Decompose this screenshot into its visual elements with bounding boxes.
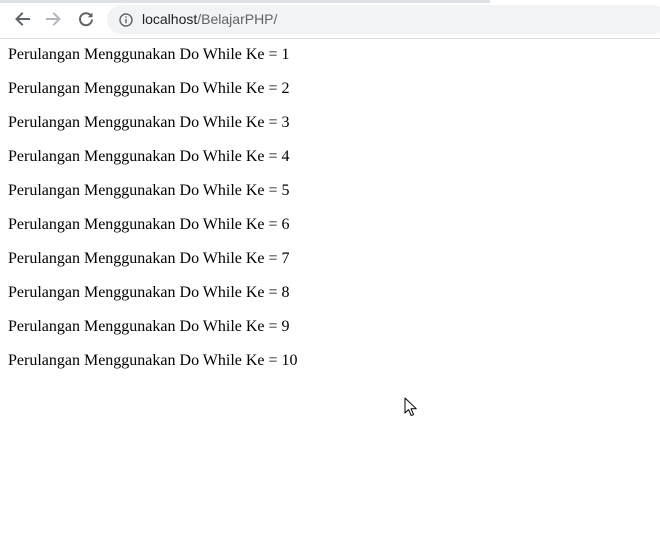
url-path: /BelajarPHP/ [197,11,278,27]
loop-output-line: Perulangan Menggunakan Do While Ke = 8 [8,284,290,301]
url-text[interactable]: localhost/BelajarPHP/ [142,11,277,28]
loop-output-line: Perulangan Menggunakan Do While Ke = 7 [8,250,290,267]
arrow-right-icon [46,12,61,26]
back-button[interactable] [11,8,33,30]
loop-output-line: Perulangan Menggunakan Do While Ke = 1 [8,46,290,63]
reload-button[interactable] [75,8,97,30]
browser-toolbar: localhost/BelajarPHP/ [0,0,660,39]
loop-output-line: Perulangan Menggunakan Do While Ke = 6 [8,216,290,233]
info-icon[interactable] [119,13,133,27]
tab-strip [0,0,490,3]
loop-output-line: Perulangan Menggunakan Do While Ke = 4 [8,148,290,165]
page-content: Perulangan Menggunakan Do While Ke = 1 P… [8,46,298,386]
reload-icon [79,12,93,27]
mouse-cursor-icon [404,397,417,417]
loop-output-line: Perulangan Menggunakan Do While Ke = 2 [8,80,290,97]
forward-button[interactable] [43,8,65,30]
url-host: localhost [142,11,198,27]
loop-output-line: Perulangan Menggunakan Do While Ke = 3 [8,114,290,131]
loop-output-line: Perulangan Menggunakan Do While Ke = 5 [8,182,290,199]
arrow-left-icon [15,12,30,26]
loop-output-line: Perulangan Menggunakan Do While Ke = 9 [8,318,290,335]
loop-output-line: Perulangan Menggunakan Do While Ke = 10 [8,352,298,369]
address-bar[interactable]: localhost/BelajarPHP/ [107,5,660,34]
